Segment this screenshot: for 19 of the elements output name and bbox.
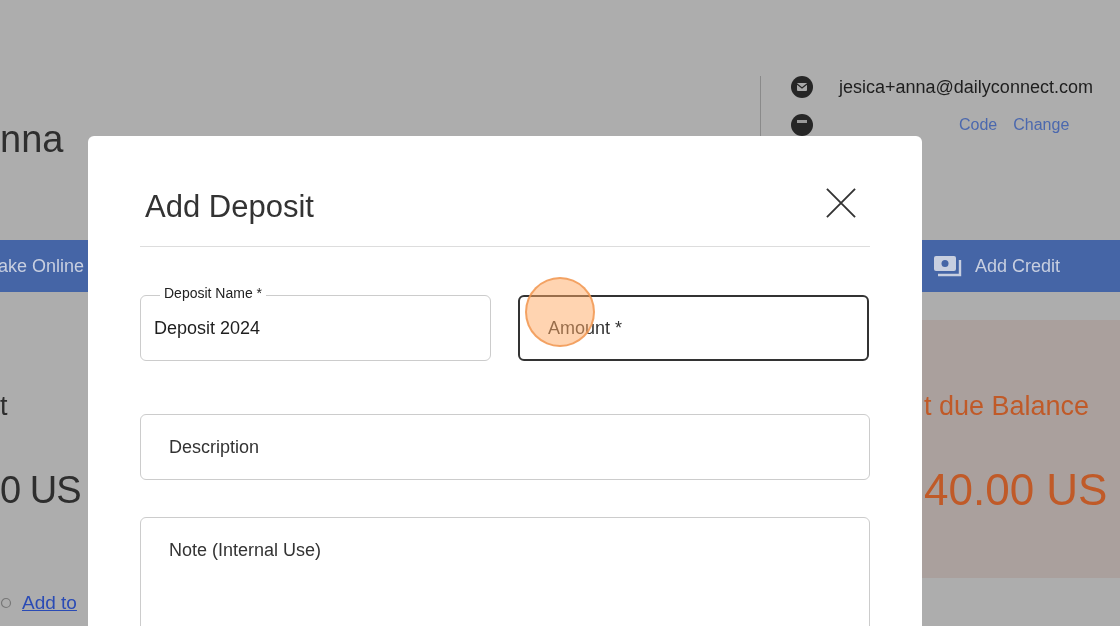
field-label: Deposit Name * bbox=[160, 285, 267, 301]
contact-link[interactable]: Change bbox=[1013, 116, 1070, 134]
dialog-title: Add Deposit bbox=[145, 189, 314, 225]
add-credit-button[interactable]: Add Credit bbox=[932, 255, 1060, 277]
balance-label: t bbox=[0, 390, 9, 422]
balance-amount: 0 US bbox=[0, 468, 81, 513]
keypad-icon bbox=[791, 114, 813, 136]
add-link[interactable]: Add to bbox=[22, 592, 77, 614]
user-name: nna bbox=[0, 117, 64, 161]
past-due-label: t due Balance bbox=[924, 390, 1090, 422]
radio-icon bbox=[0, 597, 12, 609]
close-icon[interactable] bbox=[826, 188, 856, 218]
email-text: jesica+anna@dailyconnect.com bbox=[839, 76, 1093, 98]
contact-link[interactable]: Code bbox=[959, 116, 998, 134]
past-due-amount: 40.00 US bbox=[924, 464, 1108, 516]
mail-icon bbox=[791, 76, 813, 98]
text-area[interactable]: Note (Internal Use) bbox=[140, 517, 870, 626]
cash-icon bbox=[932, 255, 963, 277]
input-field[interactable]: Amount * bbox=[518, 295, 869, 361]
